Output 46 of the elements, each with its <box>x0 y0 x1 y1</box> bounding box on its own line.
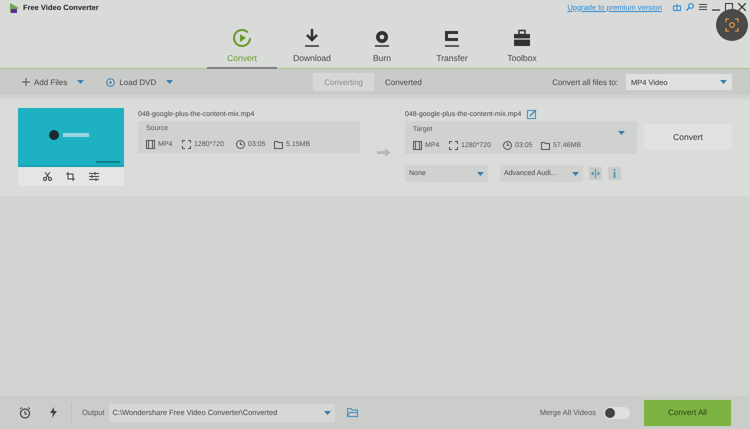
add-files-button[interactable]: Add Files <box>22 78 84 86</box>
sliders-icon[interactable] <box>89 172 99 181</box>
convert-button[interactable]: Convert <box>644 124 732 150</box>
close-icon[interactable] <box>738 3 746 11</box>
clock-icon <box>236 140 245 149</box>
plus-icon <box>22 78 30 86</box>
convert-all-button[interactable]: Convert All <box>644 400 731 426</box>
nav-tab[interactable]: Burn <box>347 14 417 69</box>
caret-icon <box>477 172 484 176</box>
clock-icon <box>503 141 512 150</box>
nav-tab[interactable]: Download <box>277 14 347 69</box>
caret-icon[interactable] <box>618 131 625 135</box>
transfer-icon <box>442 28 462 48</box>
convert-icon <box>232 28 252 48</box>
disc-icon <box>372 28 392 48</box>
menu-icon[interactable] <box>699 3 707 11</box>
caret-icon <box>166 80 174 84</box>
search-icon[interactable] <box>686 3 694 11</box>
caret-icon <box>324 410 331 414</box>
merge-toggle[interactable] <box>604 406 630 418</box>
caret-icon <box>720 80 727 84</box>
crop-icon[interactable] <box>66 172 75 181</box>
film-icon <box>413 141 422 150</box>
resize-icon <box>182 140 191 149</box>
disc-icon <box>106 78 116 86</box>
scissors-icon[interactable] <box>43 172 52 181</box>
load-dvd-button[interactable]: Load DVD <box>106 78 174 86</box>
nav-tab[interactable]: Toolbox <box>487 14 557 69</box>
toolbox-icon <box>512 28 532 48</box>
film-icon <box>146 140 155 149</box>
resize-icon <box>449 141 458 150</box>
caret-icon <box>572 172 579 176</box>
folder-icon <box>541 141 550 150</box>
alarm-clock-icon[interactable] <box>19 406 31 418</box>
lightning-icon[interactable] <box>50 407 57 418</box>
gift-icon[interactable] <box>673 3 681 11</box>
app-logo-icon <box>9 2 20 12</box>
convert-all-label: Convert all files to: <box>552 78 618 86</box>
view-tab[interactable]: Converted <box>374 73 433 91</box>
edit-icon[interactable] <box>527 109 538 119</box>
screenshot-icon[interactable] <box>725 18 739 32</box>
arrow-icon <box>377 148 391 157</box>
nav-tab[interactable]: Transfer <box>417 14 487 69</box>
download-icon <box>302 28 322 48</box>
caret-icon <box>77 80 84 84</box>
folder-icon <box>274 140 283 149</box>
